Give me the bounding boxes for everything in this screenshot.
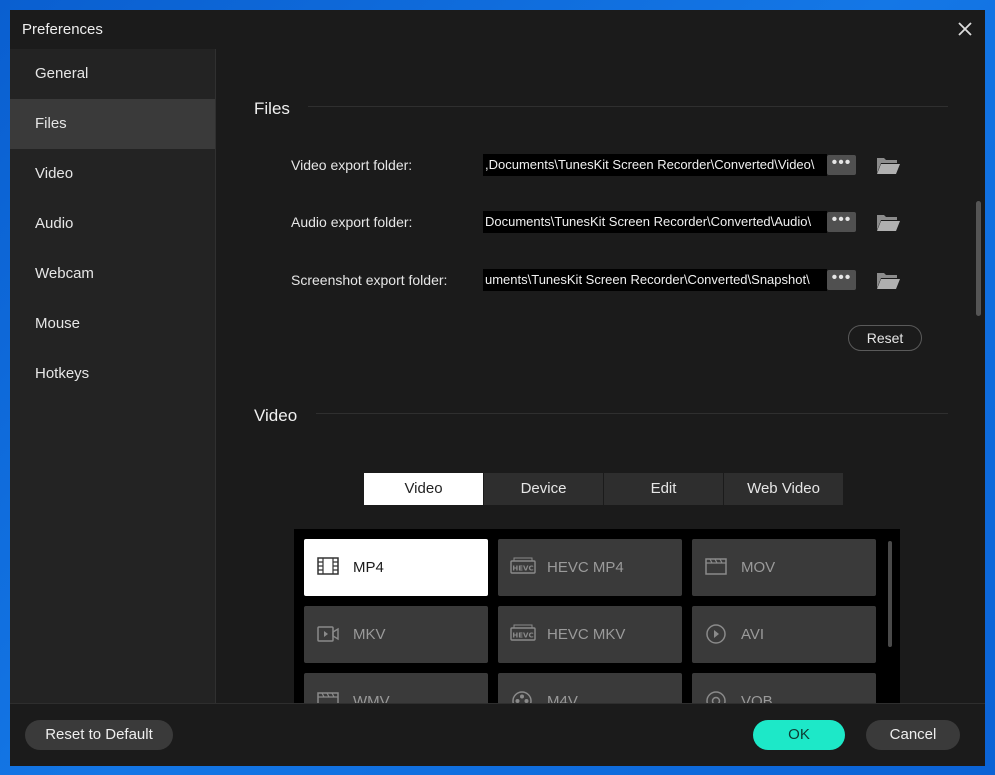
video-export-path[interactable]: ,Documents\TunesKit Screen Recorder\Conv…	[483, 154, 827, 176]
video-export-browse-button[interactable]: •••	[827, 155, 856, 175]
format-label: HEVC MP4	[547, 559, 624, 576]
ok-button[interactable]: OK	[753, 720, 845, 750]
settings-content: Files Video export folder: ,Documents\Tu…	[216, 49, 985, 703]
tab-video[interactable]: Video	[364, 473, 483, 505]
preferences-window: Preferences General Files Video Audio We…	[10, 10, 985, 766]
folder-icon[interactable]	[875, 154, 901, 176]
reset-to-default-button[interactable]: Reset to Default	[25, 720, 173, 750]
sidebar-item-files[interactable]: Files	[10, 99, 215, 149]
screenshot-export-browse-button[interactable]: •••	[827, 270, 856, 290]
clapper-icon	[316, 690, 340, 703]
audio-export-path[interactable]: Documents\TunesKit Screen Recorder\Conve…	[483, 211, 827, 233]
play-circle-icon	[704, 623, 728, 645]
format-label: HEVC MKV	[547, 626, 626, 643]
folder-icon[interactable]	[875, 211, 901, 233]
format-hevc-mp4[interactable]: HEVC HEVC MP4	[498, 539, 682, 596]
dialog-footer: Reset to Default OK Cancel	[10, 703, 985, 766]
content-scrollbar[interactable]	[976, 201, 981, 316]
sidebar-item-general[interactable]: General	[10, 49, 215, 99]
files-section-title: Files	[254, 99, 290, 118]
video-export-label: Video export folder:	[291, 157, 413, 173]
files-divider	[308, 106, 948, 107]
format-grid: MP4 HEVC HEVC MP4 MOV MKV HEVC HEVC MKV …	[294, 529, 900, 703]
format-mp4[interactable]: MP4	[304, 539, 488, 596]
format-scrollbar[interactable]	[888, 541, 892, 647]
format-label: VOB	[741, 693, 773, 703]
sidebar-item-video[interactable]: Video	[10, 149, 215, 199]
sidebar-item-webcam[interactable]: Webcam	[10, 249, 215, 299]
format-label: AVI	[741, 626, 765, 643]
tab-edit[interactable]: Edit	[604, 473, 723, 505]
hevc-icon: HEVC	[510, 623, 536, 645]
svg-text:HEVC: HEVC	[512, 565, 533, 573]
format-mov[interactable]: MOV	[692, 539, 876, 596]
cancel-button[interactable]: Cancel	[866, 720, 960, 750]
film-reel-icon	[510, 690, 534, 703]
video-camera-icon	[316, 623, 340, 645]
format-vob[interactable]: VOB	[692, 673, 876, 703]
svg-text:HEVC: HEVC	[512, 632, 533, 640]
hevc-icon: HEVC	[510, 556, 536, 578]
format-label: WMV	[353, 693, 390, 703]
folder-icon[interactable]	[875, 269, 901, 291]
format-label: MOV	[741, 559, 776, 576]
clapper-icon	[704, 556, 728, 578]
tab-web-video[interactable]: Web Video	[724, 473, 843, 505]
window-title: Preferences	[22, 21, 103, 38]
film-icon	[316, 556, 340, 578]
format-label: MKV	[353, 626, 386, 643]
close-icon[interactable]	[953, 17, 977, 41]
screenshot-export-label: Screenshot export folder:	[291, 272, 448, 288]
format-label: MP4	[353, 559, 384, 576]
video-format-tabs: Video Device Edit Web Video	[364, 473, 844, 505]
tab-device[interactable]: Device	[484, 473, 603, 505]
format-avi[interactable]: AVI	[692, 606, 876, 663]
video-divider	[316, 413, 948, 414]
sidebar-item-hotkeys[interactable]: Hotkeys	[10, 349, 215, 399]
audio-export-browse-button[interactable]: •••	[827, 212, 856, 232]
format-m4v[interactable]: M4V	[498, 673, 682, 703]
format-hevc-mkv[interactable]: HEVC HEVC MKV	[498, 606, 682, 663]
video-section-title: Video	[254, 406, 298, 425]
sidebar: General Files Video Audio Webcam Mouse H…	[10, 49, 216, 703]
reset-files-button[interactable]: Reset	[848, 325, 922, 351]
format-label: M4V	[547, 693, 578, 703]
format-wmv[interactable]: WMV	[304, 673, 488, 703]
sidebar-item-audio[interactable]: Audio	[10, 199, 215, 249]
disc-icon	[704, 690, 728, 703]
audio-export-label: Audio export folder:	[291, 214, 413, 230]
title-bar: Preferences	[10, 10, 985, 49]
screenshot-export-path[interactable]: uments\TunesKit Screen Recorder\Converte…	[483, 269, 827, 291]
sidebar-item-mouse[interactable]: Mouse	[10, 299, 215, 349]
format-mkv[interactable]: MKV	[304, 606, 488, 663]
